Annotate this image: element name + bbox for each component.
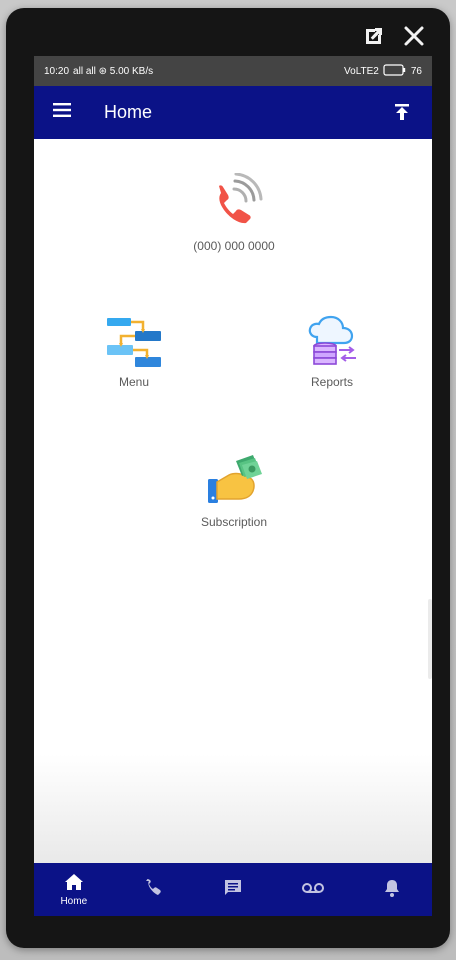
close-icon[interactable] bbox=[402, 24, 426, 53]
payment-hand-icon bbox=[208, 455, 262, 503]
status-right: VoLTE2 76 bbox=[344, 63, 422, 79]
scroll-top-button[interactable] bbox=[392, 102, 412, 122]
status-left: 10:20 all all ⊛ 5.00 KB/s bbox=[44, 66, 153, 77]
nav-messages[interactable] bbox=[208, 863, 258, 916]
nav-voicemail[interactable] bbox=[288, 863, 338, 916]
viewer-background: 10:20 all all ⊛ 5.00 KB/s VoLTE2 76 Home… bbox=[0, 0, 456, 960]
bottom-navigation: Home bbox=[34, 863, 432, 916]
phone-screen: 10:20 all all ⊛ 5.00 KB/s VoLTE2 76 Home… bbox=[34, 56, 432, 916]
reports-label: Reports bbox=[310, 375, 354, 389]
battery-icon bbox=[383, 63, 407, 79]
external-link-icon[interactable] bbox=[362, 24, 386, 53]
menu-label: Menu bbox=[118, 375, 150, 389]
subscription-label: Subscription bbox=[200, 515, 268, 529]
menu-tile[interactable]: Menu bbox=[74, 315, 194, 389]
status-left-indicators: all all ⊛ 5.00 KB/s bbox=[73, 65, 154, 77]
overlay-controls bbox=[362, 24, 426, 52]
cloud-database-icon bbox=[308, 315, 356, 365]
nav-notifications[interactable] bbox=[367, 863, 417, 916]
phone-tile[interactable]: (000) 000 0000 bbox=[174, 173, 294, 253]
phone-label: (000) 000 0000 bbox=[193, 239, 275, 253]
hamburger-icon bbox=[52, 102, 72, 123]
flowchart-icon bbox=[107, 318, 161, 367]
scrollbar[interactable] bbox=[428, 599, 432, 679]
status-bar: 10:20 all all ⊛ 5.00 KB/s VoLTE2 76 bbox=[34, 56, 432, 86]
page-title: Home bbox=[104, 102, 153, 122]
bell-icon bbox=[382, 878, 402, 901]
device-frame: 10:20 all all ⊛ 5.00 KB/s VoLTE2 76 Home… bbox=[6, 8, 450, 948]
nav-home[interactable]: Home bbox=[49, 863, 99, 916]
voicemail-icon bbox=[301, 880, 325, 899]
battery-level: 76 bbox=[410, 65, 422, 77]
upload-icon bbox=[392, 104, 412, 126]
menu-button[interactable] bbox=[34, 86, 90, 139]
subscription-tile[interactable]: Subscription bbox=[174, 453, 294, 529]
nav-calls[interactable] bbox=[128, 863, 178, 916]
status-right-indicators: VoLTE2 bbox=[344, 65, 379, 77]
reports-tile[interactable]: Reports bbox=[272, 315, 392, 389]
phone-nav-icon bbox=[143, 878, 163, 901]
home-icon bbox=[64, 873, 84, 894]
status-time: 10:20 bbox=[44, 65, 70, 77]
app-bar: Home bbox=[34, 86, 432, 139]
home-content: (000) 000 0000 Menu Reports Subscription bbox=[34, 139, 432, 863]
nav-home-label: Home bbox=[60, 895, 88, 907]
phone-icon bbox=[219, 173, 263, 224]
message-icon bbox=[223, 878, 243, 901]
